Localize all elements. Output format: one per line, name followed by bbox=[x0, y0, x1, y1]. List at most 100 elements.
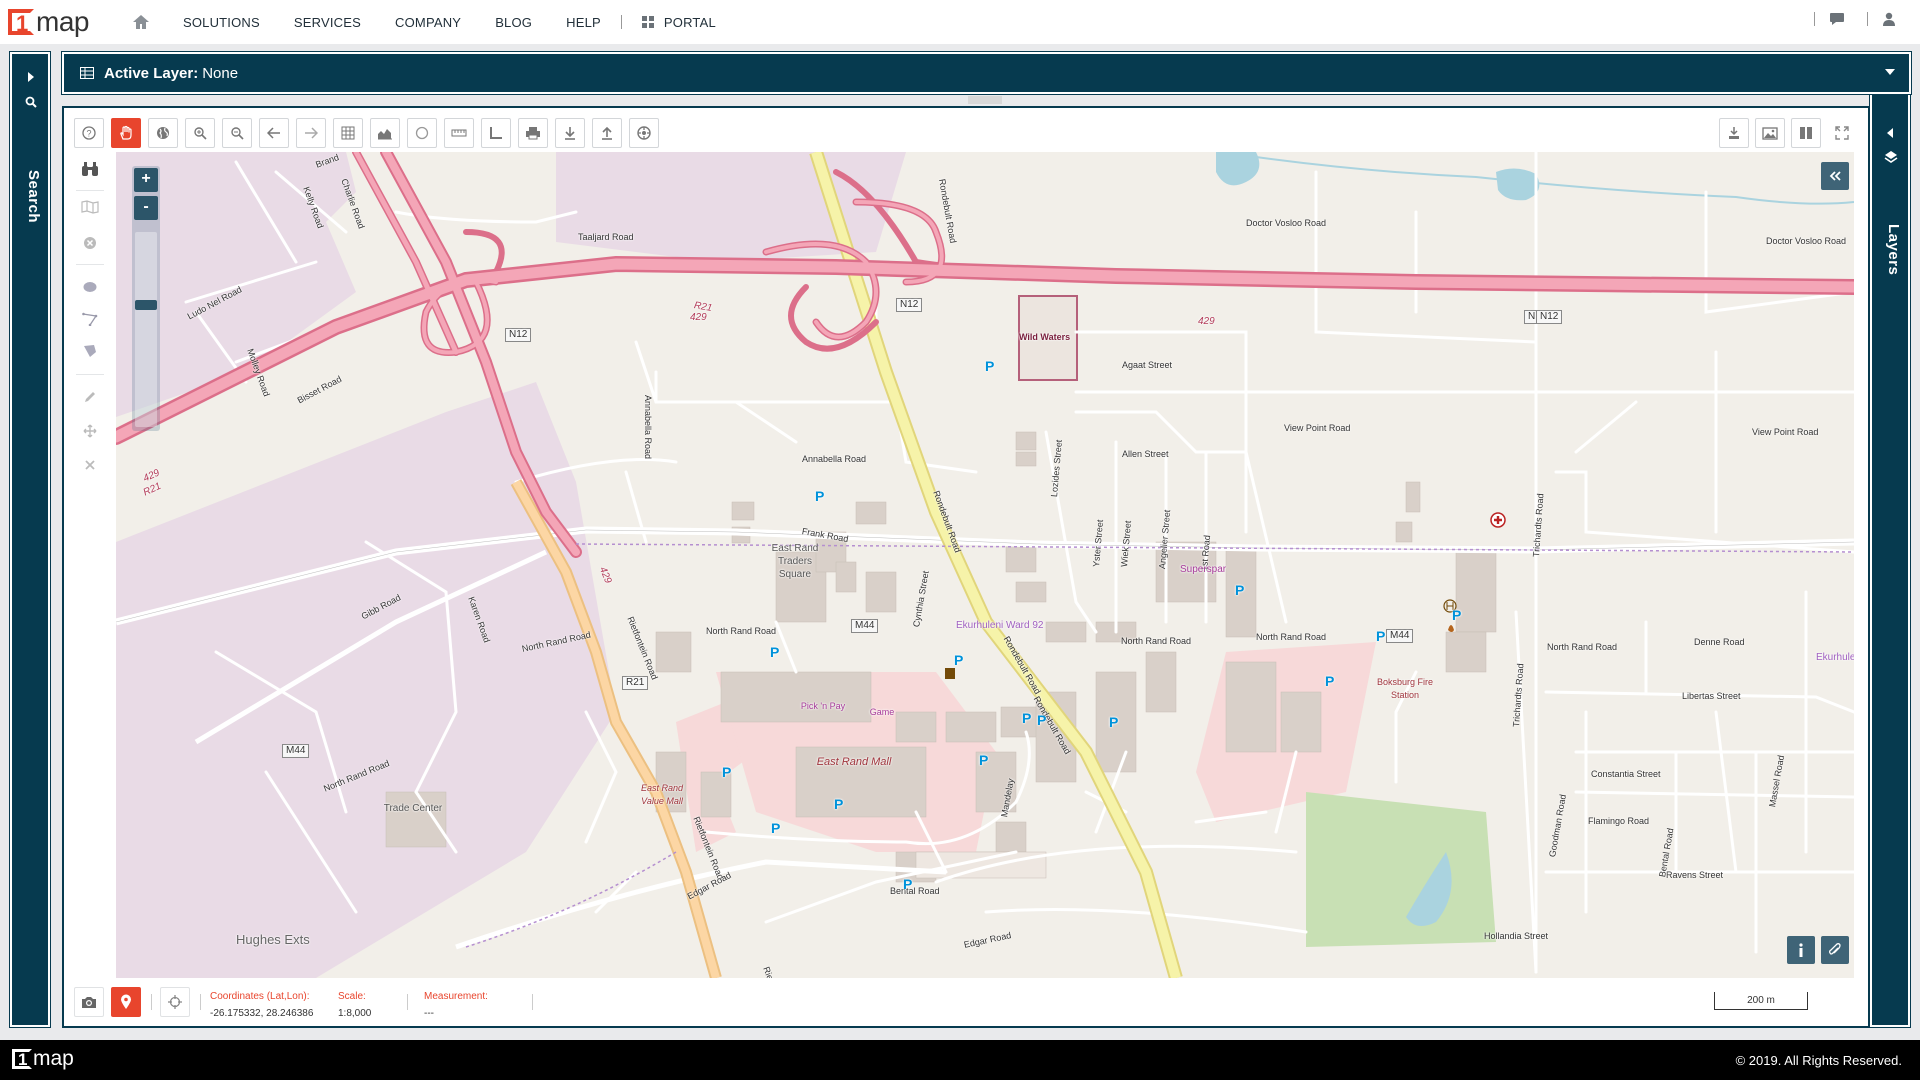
toolbar-divider bbox=[76, 374, 104, 375]
fullscreen-button[interactable] bbox=[1827, 118, 1857, 148]
route-shield: M44 bbox=[1386, 629, 1414, 643]
edit-button[interactable] bbox=[75, 382, 105, 412]
route-shield: N12 bbox=[896, 298, 923, 312]
scale-value: 1:8,000 bbox=[338, 1008, 372, 1019]
attribute-table-button[interactable] bbox=[333, 118, 363, 148]
profile-chart-button[interactable] bbox=[370, 118, 400, 148]
parking-icon: P bbox=[985, 358, 995, 374]
road-label: Bental Road bbox=[890, 886, 940, 896]
export-button[interactable] bbox=[1719, 118, 1749, 148]
measure-angle-button[interactable] bbox=[481, 118, 511, 148]
delete-icon bbox=[85, 460, 95, 470]
road-label: Constantia Street bbox=[1591, 769, 1661, 779]
image-export-button[interactable] bbox=[1755, 118, 1785, 148]
nav-solutions[interactable]: SOLUTIONS bbox=[183, 15, 260, 30]
nav-help[interactable]: HELP bbox=[566, 15, 601, 30]
pan-button[interactable] bbox=[111, 118, 141, 148]
map-toolbar-top: ? bbox=[64, 108, 1868, 152]
upload-icon bbox=[602, 126, 612, 140]
nav-services[interactable]: SERVICES bbox=[294, 15, 361, 30]
chart-icon bbox=[378, 129, 392, 140]
download-button[interactable] bbox=[555, 118, 585, 148]
panel-collapse-handle[interactable] bbox=[968, 96, 1002, 104]
find-button[interactable] bbox=[75, 154, 105, 184]
screenshot-button[interactable] bbox=[74, 987, 104, 1017]
move-button[interactable] bbox=[75, 416, 105, 446]
upload-button[interactable] bbox=[592, 118, 622, 148]
place-label-fire-station: Boksburg Fire Station bbox=[1376, 677, 1434, 700]
road-label: Doctor Vosloo Road bbox=[1766, 236, 1847, 246]
measure-distance-button[interactable] bbox=[444, 118, 474, 148]
pan-hand-icon bbox=[120, 125, 132, 140]
zoom-in-button[interactable]: + bbox=[134, 168, 158, 192]
zoom-out-button[interactable] bbox=[222, 118, 252, 148]
nav-portal[interactable]: PORTAL bbox=[641, 15, 716, 30]
road-label: Ravens Street bbox=[1666, 870, 1724, 880]
attribution-button[interactable] bbox=[1821, 936, 1849, 964]
road-label: North Rand Road bbox=[706, 626, 777, 636]
zoom-in-button[interactable] bbox=[185, 118, 215, 148]
print-button[interactable] bbox=[518, 118, 548, 148]
road-label: North Rand Road bbox=[1121, 636, 1192, 646]
globe-button[interactable] bbox=[148, 118, 178, 148]
road-label: Doctor Vosloo Road bbox=[1246, 218, 1327, 228]
zoom-track[interactable] bbox=[135, 232, 157, 427]
status-divider bbox=[151, 994, 152, 1010]
overview-toggle-button[interactable] bbox=[1821, 162, 1849, 190]
location-pin-button[interactable] bbox=[111, 987, 141, 1017]
settings-ball-icon bbox=[637, 126, 651, 140]
back-button[interactable] bbox=[259, 118, 289, 148]
settings-button[interactable] bbox=[629, 118, 659, 148]
chevron-left-icon[interactable] bbox=[1886, 128, 1894, 138]
clear-selection-button[interactable] bbox=[75, 228, 105, 258]
draw-circle-button[interactable] bbox=[75, 272, 105, 302]
chevron-right-icon[interactable] bbox=[27, 72, 35, 82]
nav-company[interactable]: COMPANY bbox=[395, 15, 461, 30]
map-status-bar: Coordinates (Lat,Lon): -26.175332, 28.24… bbox=[64, 978, 1868, 1026]
delete-button[interactable] bbox=[75, 450, 105, 480]
road-label: Flamingo Road bbox=[1588, 816, 1650, 826]
zoom-handle[interactable] bbox=[135, 300, 157, 311]
split-view-button[interactable] bbox=[1791, 118, 1821, 148]
map-tiles[interactable] bbox=[116, 152, 1854, 978]
chevron-down-icon[interactable] bbox=[1885, 69, 1895, 76]
parking-icon: P bbox=[979, 752, 989, 768]
table-icon bbox=[80, 67, 94, 79]
footer-logo[interactable]: 1 map bbox=[12, 1048, 74, 1070]
map-info-button[interactable] bbox=[1787, 936, 1815, 964]
place-label-traders-square: East Rand Traders Square bbox=[771, 543, 819, 580]
road-label: Allen Street bbox=[1122, 449, 1169, 459]
parking-icon: P bbox=[771, 820, 781, 836]
nav-right-actions bbox=[1800, 12, 1896, 26]
search-panel-label: Search bbox=[25, 170, 42, 224]
place-label-east-rand-mall: East Rand Mall bbox=[816, 756, 892, 768]
brand-logo[interactable]: 1 map bbox=[8, 0, 89, 44]
forward-button[interactable] bbox=[296, 118, 326, 148]
zoom-out-button[interactable]: - bbox=[134, 196, 158, 220]
draw-line-button[interactable] bbox=[75, 304, 105, 334]
nav-divider bbox=[1867, 12, 1868, 26]
help-button[interactable]: ? bbox=[74, 118, 104, 148]
crosshair-icon bbox=[168, 995, 182, 1009]
layers-panel-rail[interactable]: Layers bbox=[1869, 51, 1911, 1028]
home-icon[interactable] bbox=[131, 12, 151, 32]
map-icon bbox=[81, 200, 99, 214]
basemap-button[interactable] bbox=[75, 192, 105, 222]
double-chevron-left-icon bbox=[1829, 171, 1841, 181]
active-layer-bar[interactable]: Active Layer: None bbox=[61, 51, 1912, 95]
zoom-slider[interactable]: + - bbox=[132, 166, 160, 431]
layers-panel-label: Layers bbox=[1885, 224, 1902, 276]
search-panel-rail[interactable]: Search bbox=[9, 51, 51, 1028]
ward-label: Ekurhuleni Ward 92 bbox=[956, 620, 1044, 631]
place-label-hughes-exts: Hughes Exts bbox=[236, 932, 310, 947]
user-icon[interactable] bbox=[1882, 12, 1896, 26]
nav-blog[interactable]: BLOG bbox=[495, 15, 532, 30]
road-label: Annabella Road bbox=[802, 454, 867, 464]
parking-icon: P bbox=[834, 796, 844, 812]
locate-me-button[interactable] bbox=[160, 987, 190, 1017]
chat-icon[interactable] bbox=[1829, 12, 1845, 26]
circle-draw-icon bbox=[83, 282, 97, 292]
circle-button[interactable] bbox=[407, 118, 437, 148]
draw-polygon-button[interactable] bbox=[75, 336, 105, 366]
map-canvas[interactable]: + - Taaljard Road Doctor Vosloo Road Docto… bbox=[116, 152, 1854, 978]
